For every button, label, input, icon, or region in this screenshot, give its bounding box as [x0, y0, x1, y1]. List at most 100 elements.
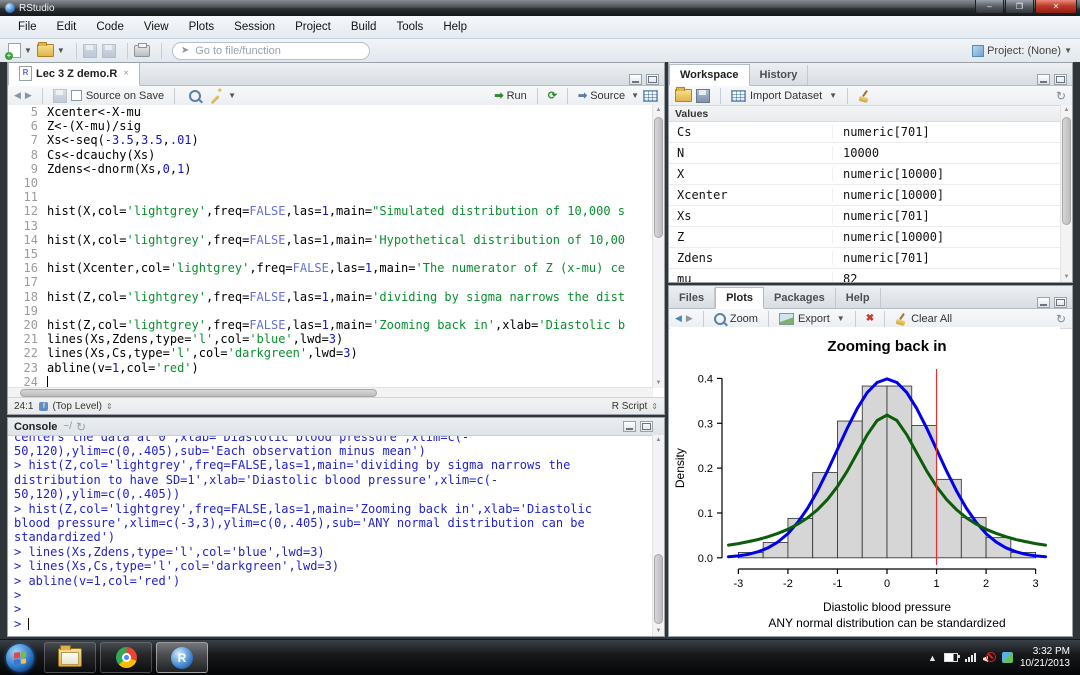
- action-center-icon[interactable]: [1002, 652, 1013, 663]
- tab-source-file[interactable]: R Lec 3 Z demo.R ×: [8, 62, 140, 86]
- remove-plot-icon[interactable]: ✖: [866, 313, 874, 324]
- code-line[interactable]: 23abline(v=1,col='red'): [8, 361, 664, 375]
- refresh-icon[interactable]: ↻: [1056, 313, 1066, 325]
- print-button[interactable]: [134, 45, 150, 57]
- code-line[interactable]: 21lines(Xs,Zdens,type='l',col='blue',lwd…: [8, 332, 664, 346]
- menu-tools[interactable]: Tools: [386, 18, 433, 36]
- load-workspace-icon[interactable]: [675, 89, 692, 102]
- code-line[interactable]: 7Xs<-seq(-3.5,3.5,.01): [8, 133, 664, 147]
- menu-edit[interactable]: Edit: [47, 18, 87, 36]
- save-all-button[interactable]: [102, 44, 116, 58]
- workspace-vertical-scrollbar[interactable]: ▲ ▼: [1060, 105, 1072, 282]
- code-line[interactable]: 15: [8, 247, 664, 261]
- taskbar-rstudio-button[interactable]: R: [156, 642, 208, 673]
- code-line[interactable]: 14hist(X,col='lightgrey',freq=FALSE,las=…: [8, 233, 664, 247]
- clear-workspace-icon[interactable]: [858, 90, 870, 102]
- code-line[interactable]: 10: [8, 176, 664, 190]
- code-line[interactable]: 13: [8, 219, 664, 233]
- maximize-pane-icon[interactable]: [646, 74, 659, 85]
- tab-plots[interactable]: Plots: [715, 287, 764, 309]
- find-icon[interactable]: [189, 90, 201, 102]
- workspace-row[interactable]: mu82: [669, 269, 1072, 283]
- code-line[interactable]: 8Cs<-dcauchy(Xs): [8, 148, 664, 162]
- outline-icon[interactable]: [643, 90, 658, 102]
- save-icon[interactable]: [53, 89, 67, 103]
- goto-working-dir-icon[interactable]: ↻: [76, 421, 86, 433]
- scroll-up-icon[interactable]: ▲: [1061, 105, 1072, 115]
- code-line[interactable]: 16hist(Xcenter,col='lightgrey',freq=FALS…: [8, 261, 664, 275]
- clear-all-plots-button[interactable]: Clear All: [895, 313, 952, 325]
- save-button[interactable]: [83, 44, 97, 58]
- save-workspace-icon[interactable]: [696, 89, 710, 103]
- code-line[interactable]: 18hist(Z,col='lightgrey',freq=FALSE,las=…: [8, 290, 664, 304]
- source-button[interactable]: ➡ Source ▼: [578, 89, 639, 102]
- goto-file-input[interactable]: ➤ Go to file/function: [172, 42, 370, 60]
- scope-selector[interactable]: f (Top Level) ⇕: [39, 401, 112, 412]
- code-line[interactable]: 20hist(Z,col='lightgrey',freq=FALSE,las=…: [8, 318, 664, 332]
- taskbar-chrome-button[interactable]: [100, 642, 152, 673]
- previous-plot-icon[interactable]: ◀: [675, 313, 682, 324]
- workspace-row[interactable]: Xsnumeric[701]: [669, 206, 1072, 227]
- maximize-button[interactable]: ❐: [1005, 0, 1034, 14]
- minimize-pane-icon[interactable]: [629, 74, 642, 85]
- code-line[interactable]: 22lines(Xs,Cs,type='l',col='darkgreen',l…: [8, 346, 664, 360]
- menu-project[interactable]: Project: [285, 18, 341, 36]
- close-button[interactable]: ✕: [1035, 0, 1077, 14]
- clock[interactable]: 3:32 PM 10/21/2013: [1020, 646, 1070, 670]
- scroll-up-icon[interactable]: ▲: [653, 435, 664, 445]
- import-dataset-button[interactable]: Import Dataset ▼: [731, 90, 837, 102]
- menu-code[interactable]: Code: [86, 18, 134, 36]
- workspace-row[interactable]: Csnumeric[701]: [669, 122, 1072, 143]
- run-button[interactable]: ➡ Run: [494, 89, 526, 102]
- tab-help[interactable]: Help: [836, 288, 881, 308]
- volume-muted-icon[interactable]: [983, 653, 995, 663]
- code-tools-icon[interactable]: [209, 90, 221, 102]
- code-line[interactable]: 12hist(X,col='lightgrey',freq=FALSE,las=…: [8, 204, 664, 218]
- menu-plots[interactable]: Plots: [179, 18, 225, 36]
- maximize-pane-icon[interactable]: [1054, 74, 1067, 85]
- minimize-pane-icon[interactable]: [623, 421, 636, 432]
- minimize-pane-icon[interactable]: [1037, 74, 1050, 85]
- workspace-row[interactable]: Xnumeric[10000]: [669, 164, 1072, 185]
- new-file-button[interactable]: + ▼: [8, 43, 32, 58]
- workspace-row[interactable]: N10000: [669, 143, 1072, 164]
- menu-view[interactable]: View: [134, 18, 179, 36]
- menu-session[interactable]: Session: [224, 18, 285, 36]
- file-type-selector[interactable]: R Script ⇕: [612, 401, 658, 412]
- code-line[interactable]: 9Zdens<-dnorm(Xs,0,1): [8, 162, 664, 176]
- start-button[interactable]: [6, 644, 34, 672]
- console-output[interactable]: centers the data at 0',xlab='Diastolic b…: [8, 435, 653, 636]
- code-line[interactable]: 11: [8, 190, 664, 204]
- code-editor[interactable]: 5Xcenter<-X-mu6Z<-(X-mu)/sig7Xs<-seq(-3.…: [8, 105, 664, 388]
- minimize-pane-icon[interactable]: [1037, 297, 1050, 308]
- menu-build[interactable]: Build: [341, 18, 387, 36]
- window-titlebar[interactable]: RStudio – ❐ ✕: [0, 0, 1080, 16]
- workspace-row[interactable]: Znumeric[10000]: [669, 227, 1072, 248]
- tab-workspace[interactable]: Workspace: [669, 64, 750, 86]
- close-tab-icon[interactable]: ×: [123, 68, 129, 79]
- code-line[interactable]: 19: [8, 304, 664, 318]
- code-line[interactable]: 5Xcenter<-X-mu: [8, 105, 664, 119]
- scroll-down-icon[interactable]: ▼: [653, 378, 664, 388]
- network-signal-icon[interactable]: [965, 653, 976, 662]
- forward-icon[interactable]: ▶: [25, 90, 32, 101]
- tab-history[interactable]: History: [750, 65, 809, 85]
- editor-vertical-scrollbar[interactable]: ▲ ▼: [652, 105, 664, 388]
- tab-files[interactable]: Files: [669, 288, 715, 308]
- scroll-down-icon[interactable]: ▼: [1061, 272, 1072, 282]
- maximize-pane-icon[interactable]: [1054, 297, 1067, 308]
- project-menu-button[interactable]: Project: (None) ▼: [972, 45, 1072, 57]
- tab-packages[interactable]: Packages: [764, 288, 836, 308]
- next-plot-icon[interactable]: ▶: [686, 313, 693, 324]
- zoom-plot-button[interactable]: Zoom: [714, 313, 758, 325]
- rerun-icon[interactable]: ⟳: [548, 89, 557, 102]
- show-hidden-icons-icon[interactable]: ▲: [928, 653, 937, 663]
- minimize-button[interactable]: –: [975, 0, 1004, 14]
- code-line[interactable]: 17: [8, 275, 664, 289]
- workspace-row[interactable]: Xcenternumeric[10000]: [669, 185, 1072, 206]
- menu-file[interactable]: File: [8, 18, 47, 36]
- open-file-button[interactable]: ▼: [37, 44, 65, 57]
- menu-help[interactable]: Help: [433, 18, 477, 36]
- back-icon[interactable]: ◀: [14, 90, 21, 101]
- refresh-icon[interactable]: ↻: [1056, 90, 1066, 102]
